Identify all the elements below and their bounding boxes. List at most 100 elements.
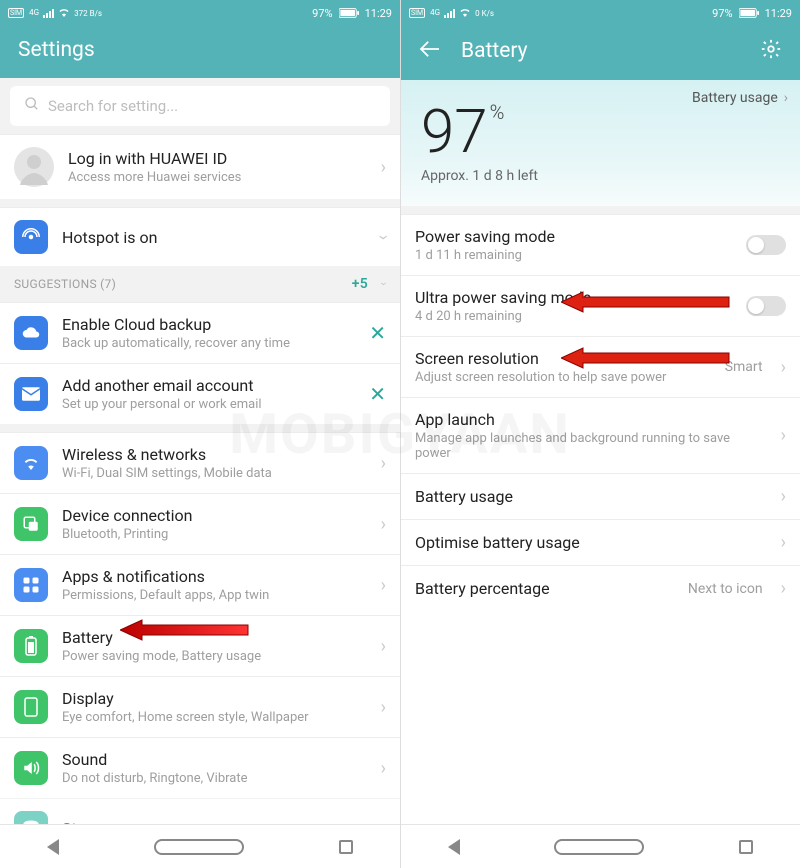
suggestion-add-email[interactable]: Add another email account Set up your pe… — [0, 363, 400, 424]
wifi-icon — [58, 7, 70, 20]
optimise-battery-row[interactable]: Optimise battery usage › — [401, 519, 800, 565]
avatar-icon — [14, 147, 54, 187]
home-nav-button[interactable] — [554, 839, 644, 855]
row-sub: Wi-Fi, Dual SIM settings, Mobile data — [62, 466, 367, 481]
hotspot-row[interactable]: Hotspot is on › — [0, 207, 400, 266]
signal-icon — [43, 8, 54, 18]
status-bar: SIM 4G 372 B/s 97% 11:29 — [0, 0, 400, 26]
row-title: Battery percentage — [415, 579, 674, 598]
page-title: Settings — [18, 38, 95, 62]
row-value: Smart — [725, 359, 763, 375]
chevron-right-icon: › — [381, 514, 386, 535]
chevron-right-icon: › — [381, 157, 386, 178]
apps-icon — [14, 568, 48, 602]
battery-usage-label: Battery usage — [692, 90, 778, 106]
display-row[interactable]: Display Eye comfort, Home screen style, … — [0, 676, 400, 737]
home-nav-button[interactable] — [154, 839, 244, 855]
app-launch-row[interactable]: App launch Manage app launches and backg… — [401, 397, 800, 473]
chevron-right-icon: › — [781, 425, 786, 446]
settings-header: Settings — [0, 26, 400, 78]
recent-nav-button[interactable] — [339, 840, 353, 854]
dismiss-button[interactable]: ✕ — [369, 321, 386, 345]
battery-icon — [14, 629, 48, 663]
search-icon — [24, 96, 40, 116]
toggle-switch[interactable] — [746, 296, 786, 316]
back-nav-button[interactable] — [47, 839, 59, 855]
recent-nav-button[interactable] — [739, 840, 753, 854]
row-sub: Set up your personal or work email — [62, 397, 355, 412]
gear-icon[interactable] — [760, 38, 782, 64]
row-sub: Do not disturb, Ringtone, Vibrate — [62, 771, 367, 786]
sound-icon — [14, 751, 48, 785]
lte-label: 4G — [430, 9, 440, 17]
power-saving-mode-row[interactable]: Power saving mode 1 d 11 h remaining — [401, 214, 800, 275]
wifi-icon — [14, 446, 48, 480]
battery-row[interactable]: Battery Power saving mode, Battery usage… — [0, 615, 400, 676]
device-connection-row[interactable]: Device connection Bluetooth, Printing › — [0, 493, 400, 554]
suggestions-label: SUGGESTIONS (7) — [14, 277, 116, 291]
wifi-icon — [459, 7, 471, 20]
battery-icon — [339, 8, 359, 18]
email-icon — [14, 377, 48, 411]
cloud-backup-icon — [14, 316, 48, 350]
row-sub: Manage app launches and background runni… — [415, 431, 767, 461]
battery-icon — [739, 8, 759, 18]
row-title: Device connection — [62, 506, 367, 525]
row-title: App launch — [415, 410, 767, 429]
sim1-indicator: SIM — [8, 8, 24, 18]
battery-remaining: Approx. 1 d 8 h left — [421, 168, 780, 184]
chevron-right-icon: › — [781, 357, 786, 378]
battery-pct: 97% — [712, 7, 732, 20]
device-icon — [14, 507, 48, 541]
battery-usage-row[interactable]: Battery usage › — [401, 473, 800, 519]
net-speed-1: 372 B/s — [74, 9, 102, 18]
suggestions-more: +5 — [352, 276, 368, 292]
row-sub: Bluetooth, Printing — [62, 527, 367, 542]
battery-percentage-row[interactable]: Battery percentage Next to icon › — [401, 565, 800, 611]
battery-header: Battery — [401, 26, 800, 80]
nav-bar — [401, 824, 800, 868]
chevron-right-icon: › — [381, 758, 386, 779]
toggle-switch[interactable] — [746, 235, 786, 255]
suggestion-cloud-backup[interactable]: Enable Cloud backup Back up automaticall… — [0, 302, 400, 363]
dismiss-button[interactable]: ✕ — [369, 382, 386, 406]
chevron-right-icon: › — [381, 453, 386, 474]
suggestions-header[interactable]: SUGGESTIONS (7) +5 › — [0, 266, 400, 302]
screen-resolution-row[interactable]: Screen resolution Adjust screen resoluti… — [401, 336, 800, 397]
row-value: Next to icon — [688, 581, 763, 597]
net-speed-2: 0 K/s — [475, 9, 494, 18]
battery-usage-link[interactable]: Battery usage › — [692, 90, 788, 106]
hotspot-title: Hotspot is on — [62, 228, 367, 247]
row-title: Add another email account — [62, 376, 355, 395]
row-sub: Adjust screen resolution to help save po… — [415, 370, 711, 385]
search-container: Search for setting... — [0, 78, 400, 134]
clock: 11:29 — [365, 7, 392, 20]
login-row[interactable]: Log in with HUAWEI ID Access more Huawei… — [0, 134, 400, 199]
row-title: Battery — [62, 628, 367, 647]
search-input[interactable]: Search for setting... — [10, 86, 390, 126]
chevron-right-icon: › — [784, 90, 788, 106]
chevron-right-icon: › — [781, 578, 786, 599]
lte-label: 4G — [29, 9, 39, 17]
back-button[interactable] — [419, 39, 441, 63]
chevron-right-icon: › — [381, 575, 386, 596]
row-title: Screen resolution — [415, 349, 711, 368]
row-title: Apps & notifications — [62, 567, 367, 586]
row-title: Power saving mode — [415, 227, 732, 246]
apps-notifications-row[interactable]: Apps & notifications Permissions, Defaul… — [0, 554, 400, 615]
ultra-power-saving-mode-row[interactable]: Ultra power saving mode 4 d 20 h remaini… — [401, 275, 800, 336]
wireless-networks-row[interactable]: Wireless & networks Wi-Fi, Dual SIM sett… — [0, 432, 400, 493]
display-icon — [14, 690, 48, 724]
row-sub: Back up automatically, recover any time — [62, 336, 355, 351]
chevron-down-icon: › — [373, 234, 394, 239]
battery-pct: 97% — [312, 7, 332, 20]
login-sub: Access more Huawei services — [68, 170, 367, 185]
row-title: Display — [62, 689, 367, 708]
sound-row[interactable]: Sound Do not disturb, Ringtone, Vibrate … — [0, 737, 400, 798]
settings-screen: SIM 4G 372 B/s 97% 11:29 Settings Search… — [0, 0, 400, 868]
chevron-right-icon: › — [381, 636, 386, 657]
row-sub: Permissions, Default apps, App twin — [62, 588, 367, 603]
signal-icon — [444, 8, 455, 18]
back-nav-button[interactable] — [448, 839, 460, 855]
row-sub: Eye comfort, Home screen style, Wallpape… — [62, 710, 367, 725]
